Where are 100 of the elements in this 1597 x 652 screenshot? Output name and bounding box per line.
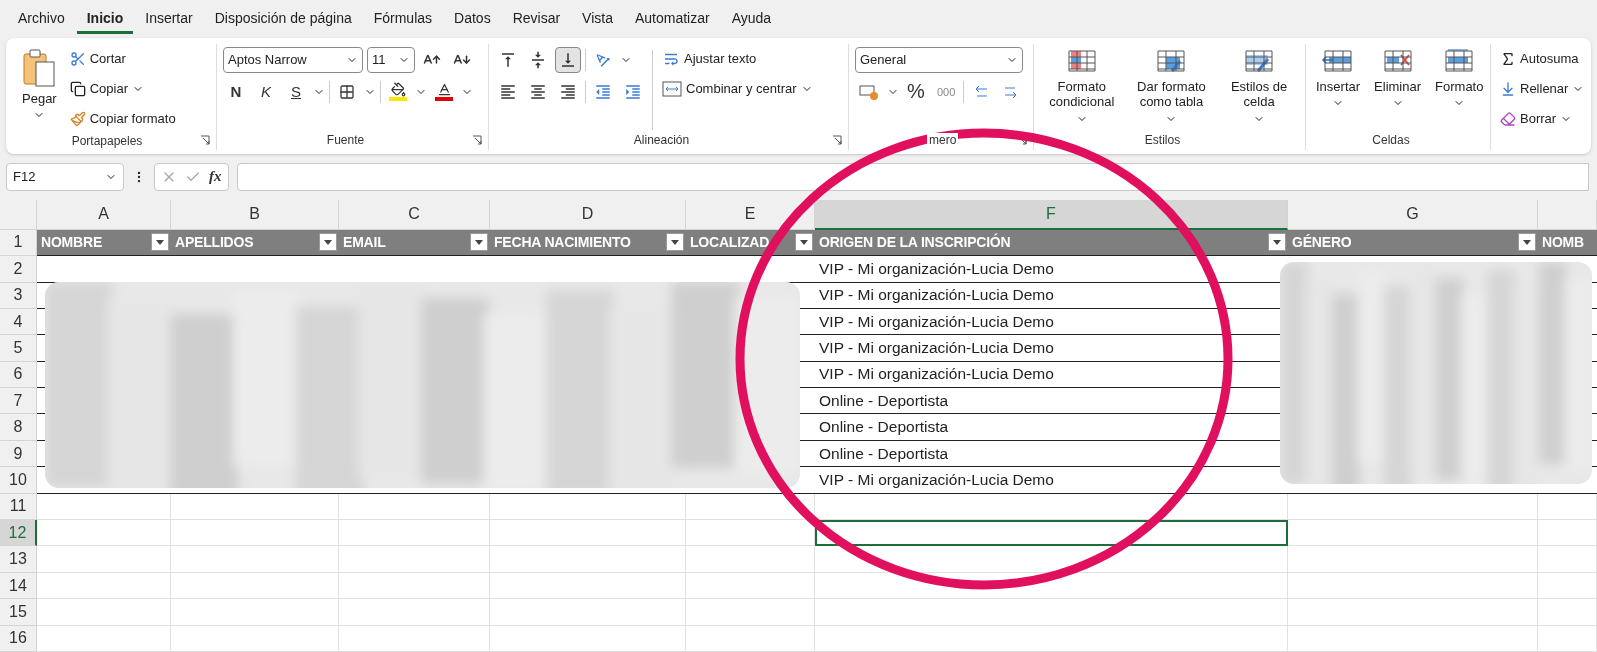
row-header[interactable]: 12 [0, 520, 37, 547]
filter-button[interactable] [1518, 233, 1536, 252]
column-header[interactable]: G [1288, 199, 1538, 230]
menu-tab[interactable]: Disposición de página [204, 3, 362, 34]
row-header[interactable]: 10 [0, 467, 37, 494]
styles-button[interactable]: Dar formato como tabla [1129, 45, 1214, 131]
menu-tab[interactable]: Vista [572, 3, 623, 34]
paintbrush-icon [69, 110, 86, 127]
copy-button[interactable]: Copiar [66, 75, 179, 102]
row-header[interactable]: 9 [0, 440, 37, 468]
filter-button[interactable] [795, 233, 813, 252]
row-header[interactable]: 5 [0, 335, 37, 362]
filter-button[interactable] [470, 233, 488, 252]
row-header[interactable]: 14 [0, 572, 37, 600]
vertical-align-button[interactable] [555, 46, 581, 73]
insert-function-button[interactable]: fx [209, 168, 222, 186]
menu-tab[interactable]: Archivo [8, 3, 75, 34]
column-header[interactable]: B [171, 199, 339, 230]
row-header[interactable]: 1 [0, 229, 37, 257]
swatch-bar-icon [435, 97, 453, 102]
table-header-cell: ORIGEN DE LA INSCRIPCIÓN [815, 229, 1288, 257]
caret-icon [1273, 239, 1281, 245]
caret-icon [800, 239, 808, 245]
merge-center-button[interactable]: Combinar y centrar [659, 75, 816, 102]
table-header-cell: EMAIL [339, 229, 490, 257]
empty-cell [1538, 572, 1597, 600]
column-header[interactable]: D [490, 199, 686, 230]
font-size-select[interactable]: 11 [367, 46, 415, 73]
align-left-icon [499, 82, 517, 101]
menu-tab[interactable]: Revisar [502, 3, 571, 34]
row-header[interactable]: 4 [0, 308, 37, 336]
table-header-cell: APELLIDOS [171, 229, 339, 257]
row-header[interactable]: 7 [0, 388, 37, 415]
menu-tab[interactable]: Fórmulas [363, 3, 443, 34]
underline-button[interactable]: S [283, 78, 309, 105]
arrow-left-icon [973, 83, 990, 100]
table-header-cell: FECHA NACIMIENTO [490, 229, 686, 257]
indent-increase-icon [624, 82, 642, 101]
filter-button[interactable] [319, 233, 337, 252]
format-painter-button[interactable]: Copiar formato [66, 105, 179, 132]
percent-button[interactable]: % [903, 78, 929, 105]
row-header[interactable]: 13 [0, 546, 37, 573]
thousands-button[interactable]: 000 [933, 78, 960, 105]
menu-tab[interactable]: Automatizar [625, 3, 720, 34]
autosum-button[interactable]: Autosuma [1497, 45, 1591, 72]
selected-cell[interactable] [815, 520, 1288, 547]
borders-icon [339, 83, 355, 100]
empty-cell [1538, 493, 1597, 521]
group-label: Estilos [1143, 132, 1182, 150]
row-header[interactable]: 6 [0, 361, 37, 389]
dialog-launcher-icon[interactable] [832, 135, 842, 146]
wrap-text-button[interactable]: Ajustar texto [659, 45, 816, 72]
row-header[interactable]: 3 [0, 282, 37, 309]
row-header[interactable]: 11 [0, 493, 37, 521]
scissors-icon [69, 50, 86, 67]
filter-button[interactable] [1268, 233, 1286, 252]
align-right-icon [559, 82, 577, 101]
menu-tab[interactable]: Inicio [76, 3, 134, 34]
cells-button[interactable]: Insertar [1312, 45, 1365, 131]
align-lines-icon [499, 50, 517, 69]
styles-button[interactable]: Estilos de celda [1219, 45, 1299, 131]
styles-button[interactable]: Formato condicional [1040, 45, 1124, 131]
group-label: Celdas [1371, 132, 1411, 150]
align-center-icon [529, 82, 547, 101]
column-header[interactable]: E [686, 199, 815, 230]
clear-button[interactable]: Borrar [1497, 105, 1591, 132]
column-header[interactable]: C [339, 199, 490, 230]
table-header-cell: NOMB [1538, 229, 1597, 257]
dialog-launcher-icon[interactable] [472, 135, 482, 146]
dialog-launcher-icon[interactable] [200, 135, 210, 146]
cells-button[interactable]: Formato [1431, 45, 1488, 131]
fill-button[interactable]: Rellenar [1497, 75, 1591, 102]
menu-tab[interactable]: Ayuda [721, 3, 782, 34]
column-header[interactable]: A [37, 199, 171, 230]
filter-button[interactable] [666, 233, 684, 252]
name-box[interactable]: F12 [6, 162, 124, 191]
empty-cell [1538, 625, 1597, 652]
cells-button[interactable]: Eliminar [1370, 45, 1426, 131]
empty-cell [1538, 546, 1597, 573]
caret-icon [1523, 239, 1531, 245]
filter-button[interactable] [151, 233, 169, 252]
sigma-icon [1500, 50, 1516, 67]
bold-button[interactable]: N [223, 78, 249, 105]
row-header[interactable]: 15 [0, 599, 37, 626]
row-header[interactable]: 8 [0, 414, 37, 441]
row-header[interactable]: 16 [0, 625, 37, 652]
row-header[interactable]: 2 [0, 256, 37, 283]
italic-button[interactable]: K [253, 78, 279, 105]
paste-button[interactable]: Pegar [18, 45, 61, 132]
menu-tab[interactable]: Insertar [135, 3, 203, 34]
caret-icon [156, 239, 164, 245]
merge-cells-icon [662, 80, 682, 97]
cut-button[interactable]: Cortar [66, 45, 179, 72]
caret-icon [671, 239, 679, 245]
formula-input[interactable] [236, 162, 1589, 191]
column-header[interactable]: F [815, 199, 1288, 230]
font-name-select[interactable]: Aptos Narrow [223, 46, 363, 73]
number-format-select[interactable]: General [855, 46, 1023, 73]
menu-tab[interactable]: Datos [444, 3, 501, 34]
caret-icon [475, 239, 483, 245]
